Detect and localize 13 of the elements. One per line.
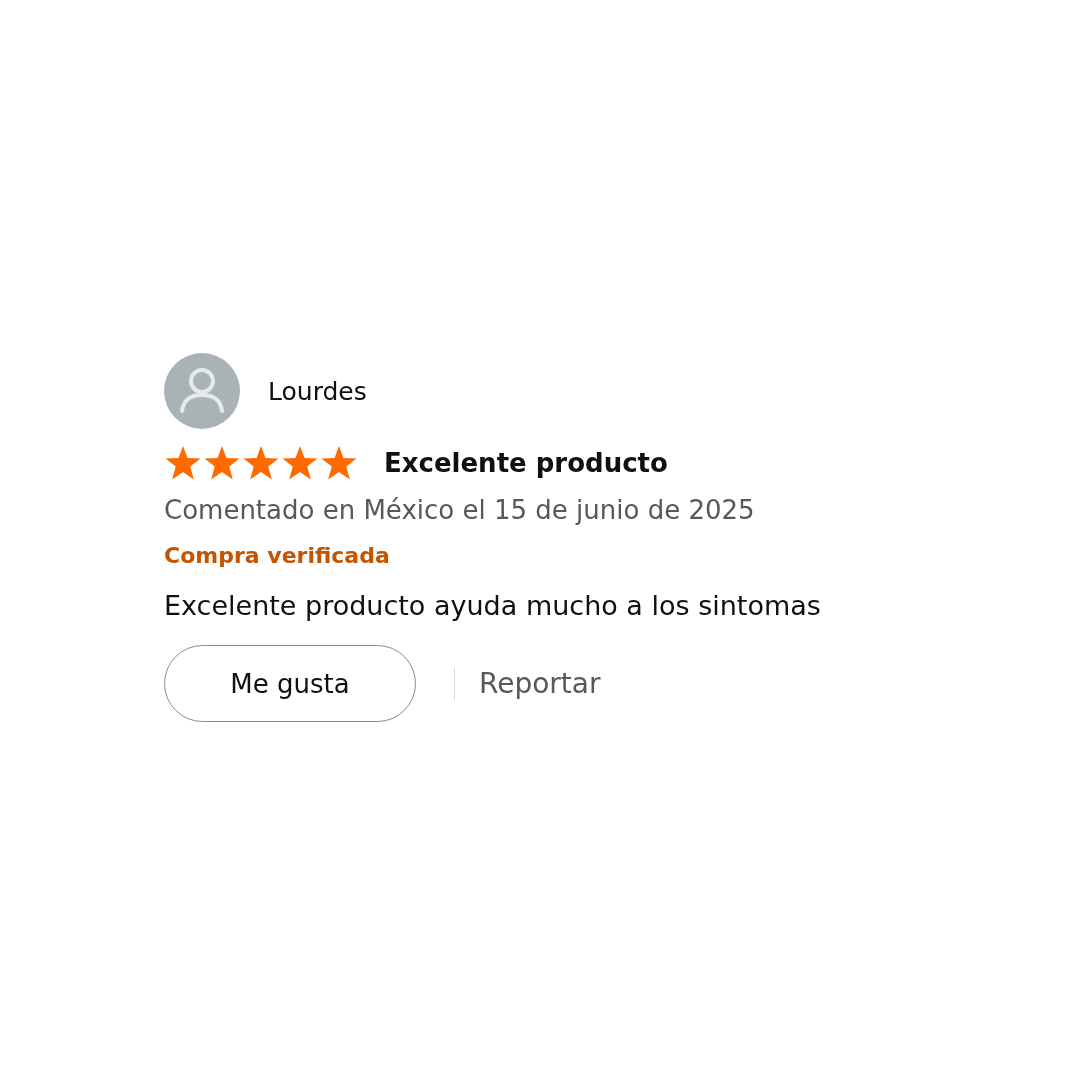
star-icon — [281, 445, 319, 481]
review-text: Excelente producto ayuda mucho a los sintomas — [164, 590, 822, 621]
review-date: Comentado en México el 15 de junio de 2025 — [164, 495, 756, 525]
avatar-icon — [164, 353, 240, 429]
star-icon — [242, 445, 280, 481]
like-button[interactable]: Me gusta — [164, 645, 416, 722]
verified-purchase: Compra verificada — [164, 543, 391, 568]
star-icon — [164, 445, 202, 481]
star-icon — [320, 445, 358, 481]
reviewer-name: Lourdes — [268, 376, 367, 406]
review-title: Excelente producto — [384, 448, 668, 478]
report-link[interactable]: Reportar — [479, 667, 601, 700]
star-icon — [203, 445, 241, 481]
